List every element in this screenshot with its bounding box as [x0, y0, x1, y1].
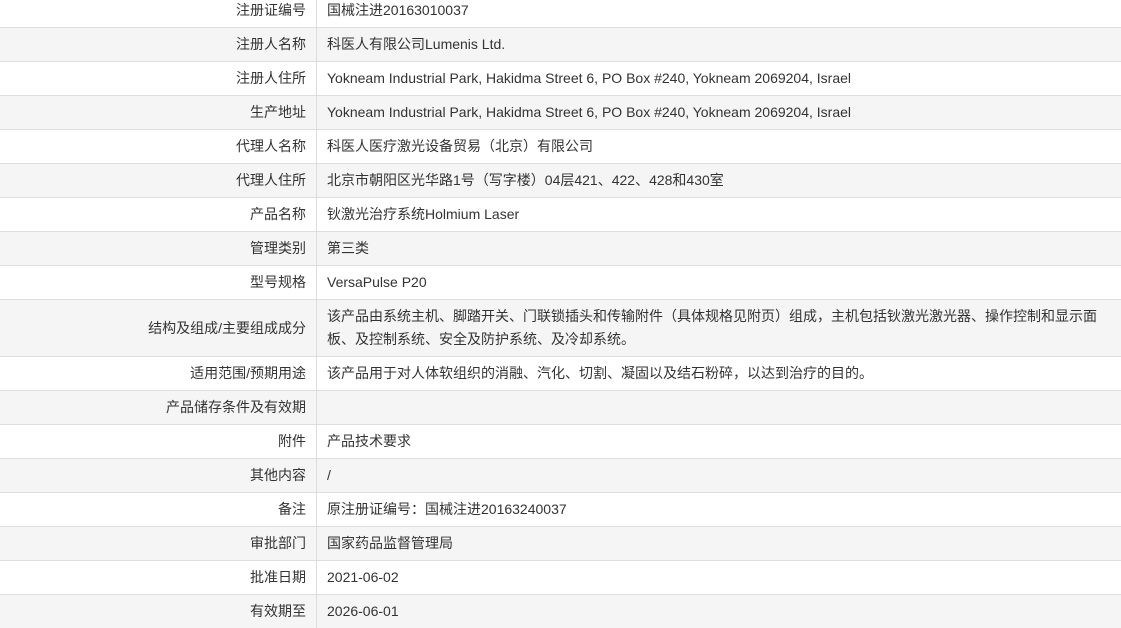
- row-product-name: 产品名称 钬激光治疗系统Holmium Laser: [0, 198, 1121, 232]
- row-management-category: 管理类别 第三类: [0, 232, 1121, 266]
- row-model-specification: 型号规格 VersaPulse P20: [0, 266, 1121, 300]
- row-approval-date: 批准日期 2021-06-02: [0, 561, 1121, 595]
- agent-name-value: 科医人医疗激光设备贸易（北京）有限公司: [327, 138, 593, 154]
- row-expiry-date: 有效期至 2026-06-01: [0, 595, 1121, 628]
- approval-date-label: 批准日期: [0, 561, 317, 594]
- structure-composition-value: 该产品由系统主机、脚踏开关、门联锁插头和传输附件（具体规格见附页）组成，主机包括…: [327, 308, 1097, 347]
- row-approval-department: 审批部门 国家药品监督管理局: [0, 527, 1121, 561]
- row-registration-number: 注册证编号 国械注进20163010037: [0, 0, 1121, 28]
- registration-number-value: 国械注进20163010037: [327, 2, 469, 18]
- registrant-name-value: 科医人有限公司Lumenis Ltd.: [327, 36, 506, 52]
- other-content-value: /: [327, 467, 331, 483]
- agent-address-label: 代理人住所: [0, 164, 317, 197]
- attachments-value: 产品技术要求: [327, 433, 411, 449]
- management-category-value: 第三类: [327, 240, 369, 256]
- row-manufacturing-address: 生产地址 Yokneam Industrial Park, Hakidma St…: [0, 96, 1121, 130]
- expiry-date-label: 有效期至: [0, 595, 317, 628]
- product-name-label: 产品名称: [0, 198, 317, 231]
- model-specification-label: 型号规格: [0, 266, 317, 299]
- structure-composition-label: 结构及组成/主要组成成分: [0, 300, 317, 356]
- manufacturing-address-value: Yokneam Industrial Park, Hakidma Street …: [327, 104, 852, 120]
- row-remarks: 备注 原注册证编号：国械注进20163240037: [0, 493, 1121, 527]
- scope-intended-use-value: 该产品用于对人体软组织的消融、汽化、切割、凝固以及结石粉碎，以达到治疗的目的。: [327, 365, 873, 381]
- registrant-address-label: 注册人住所: [0, 62, 317, 95]
- row-registrant-address: 注册人住所 Yokneam Industrial Park, Hakidma S…: [0, 62, 1121, 96]
- attachments-label: 附件: [0, 425, 317, 458]
- expiry-date-value: 2026-06-01: [327, 603, 399, 619]
- storage-conditions-validity-label: 产品储存条件及有效期: [0, 391, 317, 424]
- row-storage-conditions-validity: 产品储存条件及有效期: [0, 391, 1121, 425]
- registration-details-table: 注册证编号 国械注进20163010037 注册人名称 科医人有限公司Lumen…: [0, 0, 1121, 628]
- remarks-label: 备注: [0, 493, 317, 526]
- registrant-address-value: Yokneam Industrial Park, Hakidma Street …: [327, 70, 852, 86]
- approval-department-value: 国家药品监督管理局: [327, 535, 453, 551]
- row-registrant-name: 注册人名称 科医人有限公司Lumenis Ltd.: [0, 28, 1121, 62]
- row-agent-address: 代理人住所 北京市朝阳区光华路1号（写字楼）04层421、422、428和430…: [0, 164, 1121, 198]
- remarks-value: 原注册证编号：国械注进20163240037: [327, 501, 567, 517]
- agent-name-label: 代理人名称: [0, 130, 317, 163]
- registration-number-label: 注册证编号: [0, 0, 317, 27]
- approval-department-label: 审批部门: [0, 527, 317, 560]
- agent-address-value: 北京市朝阳区光华路1号（写字楼）04层421、422、428和430室: [327, 172, 724, 188]
- row-attachments: 附件 产品技术要求: [0, 425, 1121, 459]
- scope-intended-use-label: 适用范围/预期用途: [0, 357, 317, 390]
- storage-conditions-validity-value: [317, 391, 1121, 424]
- row-scope-intended-use: 适用范围/预期用途 该产品用于对人体软组织的消融、汽化、切割、凝固以及结石粉碎，…: [0, 357, 1121, 391]
- manufacturing-address-label: 生产地址: [0, 96, 317, 129]
- management-category-label: 管理类别: [0, 232, 317, 265]
- product-name-value: 钬激光治疗系统Holmium Laser: [327, 206, 520, 222]
- registrant-name-label: 注册人名称: [0, 28, 317, 61]
- approval-date-value: 2021-06-02: [327, 569, 399, 585]
- row-agent-name: 代理人名称 科医人医疗激光设备贸易（北京）有限公司: [0, 130, 1121, 164]
- model-specification-value: VersaPulse P20: [327, 274, 427, 290]
- other-content-label: 其他内容: [0, 459, 317, 492]
- row-other-content: 其他内容 /: [0, 459, 1121, 493]
- row-structure-composition: 结构及组成/主要组成成分 该产品由系统主机、脚踏开关、门联锁插头和传输附件（具体…: [0, 300, 1121, 357]
